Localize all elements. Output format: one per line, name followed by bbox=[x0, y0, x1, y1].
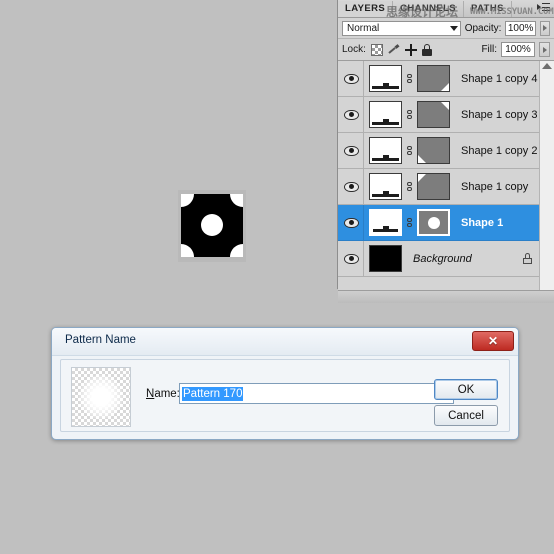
chevron-down-icon bbox=[449, 25, 458, 31]
opacity-input[interactable]: 100% bbox=[505, 20, 536, 36]
close-x-icon: ✕ bbox=[487, 334, 499, 348]
layer-name: Shape 1 copy 3 bbox=[461, 108, 538, 121]
pattern-name-input[interactable]: Pattern 170 bbox=[179, 383, 454, 404]
vector-mask-thumbnail[interactable] bbox=[417, 173, 450, 200]
eye-icon bbox=[344, 253, 359, 264]
layer-visibility-toggle[interactable] bbox=[340, 97, 364, 132]
link-icon[interactable] bbox=[405, 110, 414, 119]
layer-thumbnail[interactable] bbox=[369, 209, 402, 236]
canvas-pattern-artwork bbox=[178, 190, 246, 262]
layer-name: Shape 1 copy 2 bbox=[461, 144, 538, 157]
layer-name: Shape 1 copy bbox=[461, 180, 529, 193]
pattern-preview-thumbnail bbox=[71, 367, 131, 427]
vector-mask-thumbnail[interactable] bbox=[417, 65, 450, 92]
tab-paths[interactable]: PATHS bbox=[464, 1, 512, 17]
tab-channels[interactable]: CHANNELS bbox=[393, 1, 465, 17]
layers-scrollbar[interactable] bbox=[539, 61, 554, 290]
layer-name: Background bbox=[413, 252, 472, 265]
fill-stepper[interactable] bbox=[539, 42, 550, 57]
layers-panel-footer bbox=[338, 290, 554, 303]
dialog-title: Pattern Name bbox=[65, 334, 136, 346]
fill-label: Fill: bbox=[481, 44, 497, 55]
layer-row-selected[interactable]: Shape 1 bbox=[338, 205, 554, 241]
blend-mode-row: Normal Opacity: 100% bbox=[338, 18, 554, 39]
layer-visibility-toggle[interactable] bbox=[340, 133, 364, 168]
layer-row[interactable]: Background bbox=[338, 241, 554, 277]
dialog-body: Name: Pattern 170 OK Cancel bbox=[60, 359, 510, 432]
eye-icon bbox=[344, 217, 359, 228]
name-field-label: Name: bbox=[146, 388, 180, 400]
panel-tab-bar: LAYERS CHANNELS PATHS bbox=[338, 0, 554, 18]
layer-row[interactable]: Shape 1 copy 3 bbox=[338, 97, 554, 133]
lock-image-pixels-icon[interactable] bbox=[388, 44, 400, 56]
layer-thumbnail[interactable] bbox=[369, 101, 402, 128]
link-icon[interactable] bbox=[405, 182, 414, 191]
ok-button[interactable]: OK bbox=[434, 379, 498, 400]
layer-thumbnail[interactable] bbox=[369, 245, 402, 272]
layer-name: Shape 1 copy 4 bbox=[461, 72, 538, 85]
cancel-button[interactable]: Cancel bbox=[434, 405, 498, 426]
lock-position-icon[interactable] bbox=[404, 43, 417, 56]
fill-group: Fill: 100% bbox=[481, 42, 550, 57]
dialog-title-bar[interactable]: Pattern Name ✕ bbox=[52, 328, 518, 356]
layer-visibility-toggle[interactable] bbox=[340, 241, 364, 276]
shape-center-circle bbox=[201, 214, 223, 236]
opacity-label: Opacity: bbox=[464, 22, 502, 34]
layer-name: Shape 1 bbox=[461, 216, 504, 229]
eye-icon bbox=[344, 181, 359, 192]
blend-mode-value: Normal bbox=[347, 22, 380, 34]
vector-mask-thumbnail[interactable] bbox=[417, 137, 450, 164]
link-icon[interactable] bbox=[405, 146, 414, 155]
layer-row[interactable]: Shape 1 copy 2 bbox=[338, 133, 554, 169]
blend-mode-select[interactable]: Normal bbox=[342, 20, 461, 36]
fill-input[interactable]: 100% bbox=[501, 42, 535, 57]
layer-list: Shape 1 copy 4 Shape 1 copy 3 Shape 1 co… bbox=[338, 61, 554, 290]
name-label-rest: ame: bbox=[154, 388, 180, 400]
tab-layers[interactable]: LAYERS bbox=[338, 1, 394, 17]
lock-row: Lock: Fill: 100% bbox=[338, 39, 554, 61]
lock-all-icon[interactable] bbox=[421, 43, 432, 56]
layer-locked-icon bbox=[523, 253, 532, 264]
layers-panel: LAYERS CHANNELS PATHS 思缘设计论坛 WWW.MISSYUA… bbox=[337, 0, 554, 303]
link-icon[interactable] bbox=[405, 74, 414, 83]
eye-icon bbox=[344, 109, 359, 120]
lock-transparent-pixels-icon[interactable] bbox=[370, 43, 383, 56]
scroll-up-arrow-icon[interactable] bbox=[542, 63, 552, 69]
vector-mask-thumbnail[interactable] bbox=[417, 209, 450, 236]
layer-thumbnail[interactable] bbox=[369, 137, 402, 164]
eye-icon bbox=[344, 145, 359, 156]
pattern-name-value: Pattern 170 bbox=[182, 386, 244, 401]
pattern-name-dialog: Pattern Name ✕ Name: Pattern 170 OK Canc… bbox=[51, 327, 519, 440]
spinner-arrow-icon bbox=[542, 25, 547, 31]
pattern-preview-glow bbox=[79, 375, 123, 419]
layer-visibility-toggle[interactable] bbox=[340, 61, 364, 96]
link-icon[interactable] bbox=[405, 218, 414, 227]
lock-label: Lock: bbox=[342, 44, 366, 55]
layer-thumbnail[interactable] bbox=[369, 173, 402, 200]
layer-visibility-toggle[interactable] bbox=[340, 169, 364, 204]
panel-menu-icon[interactable] bbox=[537, 3, 550, 13]
layer-row[interactable]: Shape 1 copy bbox=[338, 169, 554, 205]
layer-thumbnail[interactable] bbox=[369, 65, 402, 92]
spinner-arrow-icon bbox=[542, 46, 547, 53]
close-button[interactable]: ✕ bbox=[472, 331, 514, 351]
vector-mask-thumbnail[interactable] bbox=[417, 101, 450, 128]
layer-visibility-toggle[interactable] bbox=[340, 205, 364, 240]
layer-row[interactable]: Shape 1 copy 4 bbox=[338, 61, 554, 97]
opacity-stepper[interactable] bbox=[539, 20, 550, 36]
eye-icon bbox=[344, 73, 359, 84]
